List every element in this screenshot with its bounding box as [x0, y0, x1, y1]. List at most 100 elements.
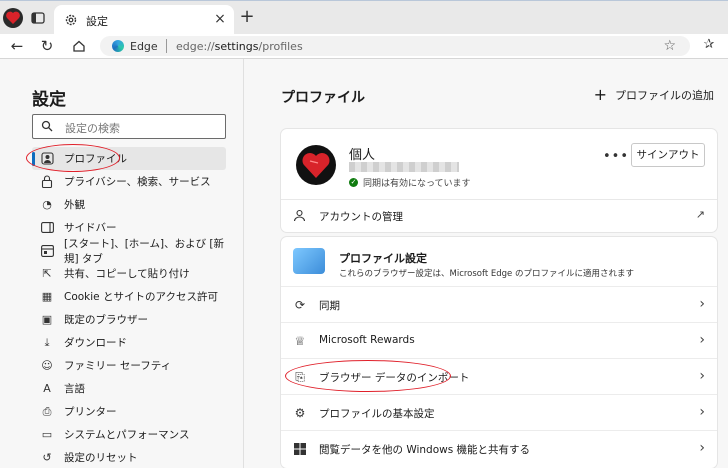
- row-label: プロファイルの基本設定: [319, 408, 435, 420]
- manage-account-row[interactable]: アカウントの管理 ↗: [281, 200, 717, 232]
- appearance-icon: ◔: [42, 198, 52, 211]
- sidebar-item-printers[interactable]: ⎙ プリンター: [32, 400, 226, 423]
- sidebar-item-profiles[interactable]: プロファイル: [32, 147, 226, 170]
- address-toolbar: ← ↻ Edge edge://settings/profiles ☆: [0, 34, 728, 58]
- sidebar-item-label: ファミリー セーフティ: [64, 360, 172, 372]
- row-share-with-windows[interactable]: 閲覧データを他の Windows 機能と共有する ›: [281, 430, 717, 466]
- sync-status: ✓ 同期は有効になっています: [349, 176, 471, 189]
- sidebar-item-label: ダウンロード: [64, 337, 127, 349]
- row-profile-preferences[interactable]: ⚙ プロファイルの基本設定 ›: [281, 394, 717, 430]
- sidebar-item-privacy[interactable]: プライバシー、検索、サービス: [32, 170, 226, 193]
- sidebar-title: 設定: [32, 90, 66, 110]
- settings-sidebar: 設定 設定の検索 プロファイル プライバシー、検索、サービス ◔ 外観 サイドバ…: [0, 59, 244, 468]
- sync-icon: ⟳: [294, 298, 306, 312]
- sidebar-item-label: 設定のリセット: [64, 452, 138, 464]
- heart-icon: [6, 11, 20, 24]
- chevron-right-icon: ›: [699, 440, 705, 456]
- profile-settings-icon: [293, 248, 325, 274]
- profile-settings-title: プロファイル設定: [339, 252, 427, 265]
- cookie-icon: ▦: [41, 290, 53, 303]
- windows-icon: [293, 442, 307, 456]
- gear-icon: [64, 13, 78, 27]
- settings-search-input[interactable]: 設定の検索: [32, 114, 226, 139]
- profile-settings-card: プロファイル設定 これらのブラウザー設定は、Microsoft Edge のプロ…: [281, 237, 717, 468]
- sidebar-item-default-browser[interactable]: ▣ 既定のブラウザー: [32, 308, 226, 331]
- favorite-star-icon[interactable]: ☆: [663, 38, 676, 54]
- profile-email-redacted: [349, 162, 459, 172]
- sidebar-item-downloads[interactable]: ⤓ ダウンロード: [32, 331, 226, 354]
- sidebar-icon: [40, 221, 54, 235]
- row-label: Microsoft Rewards: [319, 334, 415, 346]
- profile-settings-description: これらのブラウザー設定は、Microsoft Edge のプロファイルに適用され…: [339, 269, 634, 279]
- sidebar-item-label: 外観: [64, 199, 85, 211]
- sidebar-item-label: プライバシー、検索、サービス: [64, 176, 211, 188]
- sidebar-item-label: Cookie とサイトのアクセス許可: [64, 291, 218, 303]
- more-options-button[interactable]: •••: [603, 149, 629, 164]
- signout-button[interactable]: サインアウト: [631, 143, 705, 167]
- import-icon: ⎘: [295, 369, 305, 384]
- row-label: 同期: [319, 300, 340, 312]
- sidebar-item-reset[interactable]: ↺ 設定のリセット: [32, 446, 226, 468]
- family-icon: ☺: [41, 359, 53, 372]
- main-content: プロファイル + プロファイルの追加 個人 ✓ 同期は有効になっています •••…: [245, 59, 728, 468]
- site-label: Edge: [130, 40, 158, 53]
- chevron-right-icon: ›: [699, 368, 705, 384]
- sync-status-text: 同期は有効になっています: [363, 179, 471, 189]
- sidebar-item-family-safety[interactable]: ☺ ファミリー セーフティ: [32, 354, 226, 377]
- home-tab-icon: [40, 244, 54, 258]
- profile-avatar-button[interactable]: [3, 8, 23, 28]
- search-icon: [41, 120, 53, 132]
- chevron-right-icon: ›: [699, 404, 705, 420]
- sidebar-item-label: プリンター: [64, 406, 117, 418]
- close-tab-icon[interactable]: ×: [212, 11, 228, 27]
- checkmark-icon: ✓: [349, 178, 358, 187]
- sidebar-item-share-copy-paste[interactable]: ⇱ 共有、コピーして貼り付け: [32, 262, 226, 285]
- sidebar-item-appearance[interactable]: ◔ 外観: [32, 193, 226, 216]
- tab-actions-icon[interactable]: [30, 10, 46, 26]
- refresh-icon[interactable]: ↻: [38, 37, 56, 55]
- row-label: ブラウザー データのインポート: [319, 372, 470, 384]
- sidebar-item-label: 言語: [64, 383, 85, 395]
- avatar: [296, 145, 336, 185]
- favorites-icon[interactable]: ✰: [700, 36, 718, 54]
- sidebar-item-system[interactable]: ▭ システムとパフォーマンス: [32, 423, 226, 446]
- rewards-icon: ♕: [294, 334, 306, 348]
- sidebar-item-languages[interactable]: A 言語: [32, 377, 226, 400]
- row-import-browser-data[interactable]: ⎘ ブラウザー データのインポート ›: [281, 358, 717, 394]
- row-sync[interactable]: ⟳ 同期 ›: [281, 286, 717, 322]
- add-profile-label: プロファイルの追加: [615, 89, 714, 102]
- reset-icon: ↺: [42, 451, 52, 464]
- page-title: プロファイル: [281, 90, 365, 106]
- browser-icon: ▣: [41, 313, 53, 326]
- sidebar-item-label: プロファイル: [64, 153, 127, 165]
- chevron-right-icon: ›: [699, 296, 705, 312]
- preferences-icon: ⚙: [294, 406, 306, 420]
- edge-logo-icon: [112, 40, 124, 52]
- chevron-right-icon: ›: [699, 332, 705, 348]
- sidebar-item-start-home-newtab[interactable]: [スタート]、[ホーム]、および [新規] タブ: [32, 238, 226, 265]
- external-link-icon: ↗: [695, 208, 705, 221]
- profile-settings-header: プロファイル設定 これらのブラウザー設定は、Microsoft Edge のプロ…: [281, 237, 717, 286]
- new-tab-button[interactable]: +: [238, 8, 256, 26]
- tab-settings[interactable]: 設定 ×: [54, 5, 234, 35]
- manage-account-label: アカウントの管理: [319, 211, 403, 223]
- sidebar-item-label: システムとパフォーマンス: [64, 429, 190, 441]
- home-icon[interactable]: [70, 37, 88, 55]
- tab-title: 設定: [86, 15, 108, 28]
- add-profile-button[interactable]: + プロファイルの追加: [594, 87, 714, 103]
- sidebar-item-label: サイドバー: [64, 222, 117, 234]
- sidebar-item-cookies[interactable]: ▦ Cookie とサイトのアクセス許可: [32, 285, 226, 308]
- plus-icon: +: [593, 85, 607, 104]
- person-icon: [293, 209, 307, 223]
- download-icon: ⤓: [44, 335, 50, 349]
- system-icon: ▭: [41, 428, 53, 441]
- sidebar-item-label: 共有、コピーして貼り付け: [64, 268, 190, 280]
- address-separator: [166, 39, 167, 53]
- row-microsoft-rewards[interactable]: ♕ Microsoft Rewards ›: [281, 322, 717, 358]
- lock-icon: [40, 175, 54, 189]
- share-icon: ⇱: [42, 267, 52, 280]
- profile-name: 個人: [349, 148, 376, 163]
- printer-icon: ⎙: [42, 404, 52, 418]
- address-bar[interactable]: Edge edge://settings/profiles ☆: [100, 36, 690, 56]
- back-icon[interactable]: ←: [8, 37, 26, 55]
